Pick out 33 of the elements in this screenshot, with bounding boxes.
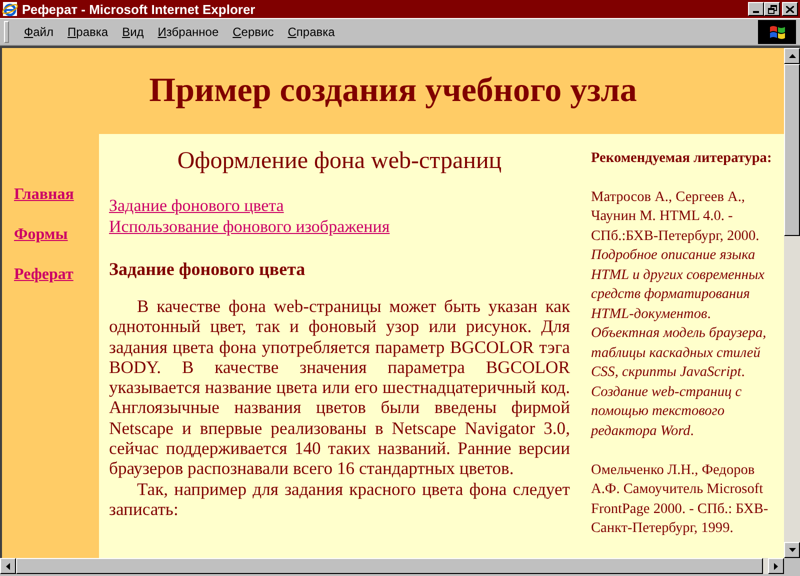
anchor-link[interactable]: Задание фонового цвета — [109, 195, 284, 216]
body-paragraph: Так, например для задания красного цвета фона следует записать: — [109, 478, 570, 520]
menu-item[interactable]: Файл — [17, 23, 61, 41]
menu-item[interactable]: Правка — [60, 23, 116, 41]
left-arrow-icon — [6, 562, 10, 570]
close-icon — [786, 6, 794, 12]
body-paragraph: В качестве фона web-страницы может быть указан как однотонный цвет, так и фоновый узор или рисунок. Для задания цвета фона употребляется параметр BGCOLOR тэга BODY. В качестве значения параметра BGCOLOR указывается название цвета или его шестнадцатеричный код. Англоязычные названия цветов были введены фирмой Netscape и впервые реализованы в Netscape Navigator 3.0, сейчас поддерживается 140 таких названий. Ранние версии браузеров распознавали всего 16 стандартных цветов. — [109, 296, 570, 479]
menu-item[interactable]: Вид — [115, 23, 151, 41]
nav-link[interactable]: Формы — [14, 226, 68, 244]
down-arrow-icon — [788, 548, 796, 552]
literature-entry: Матросов А., Сергеев А., Чаунин М. HTML 4.0. - СПб.:БХВ-Петербург, 2000. Подробное описание языка HTML и других современных средств форматирования HTML-документов. Объектная модель браузера, таблицы каскадных стилей CSS, скрипты JavaScript. Создание web-страниц с помощью текстового редактора Word. — [591, 188, 768, 440]
menu-item[interactable]: Избранное — [150, 23, 226, 41]
right-arrow-icon — [774, 562, 778, 570]
minimize-button[interactable] — [748, 2, 764, 16]
scroll-thumb[interactable] — [784, 64, 800, 236]
up-arrow-icon — [788, 54, 796, 58]
subsection-heading: Задание фонового цвета — [109, 259, 306, 280]
sidebar-heading: Рекомендуемая литература: — [591, 149, 773, 168]
restore-icon — [768, 4, 776, 14]
anchor-link[interactable]: Использование фонового изображения — [109, 216, 390, 237]
vertical-scrollbar[interactable] — [784, 48, 800, 558]
section-title: Оформление фона web-страниц — [176, 148, 503, 175]
page-heading: Пример создания учебного узла — [148, 71, 638, 111]
literature-entry: Омельченко Л.Н., Федоров А.Ф. Самоучитель Microsoft FrontPage 2000. - СПб.: БХВ-Санкт-Петербург, 1999. — [591, 460, 770, 538]
menu-item[interactable]: Справка — [280, 23, 342, 41]
window-title: Реферат - Microsoft Internet Explorer — [22, 2, 256, 16]
restore-button[interactable] — [764, 2, 780, 16]
menu-item[interactable]: Сервис — [226, 23, 281, 41]
nav-link[interactable]: Главная — [14, 186, 74, 204]
nav-link[interactable]: Реферат — [14, 266, 74, 284]
browser-logo-icon — [2, 1, 18, 17]
close-button[interactable] — [782, 2, 798, 16]
windows-logo-icon — [758, 20, 796, 44]
